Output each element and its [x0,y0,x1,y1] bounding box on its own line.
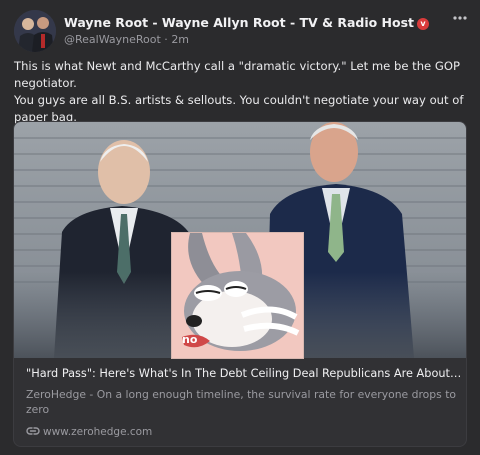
meta-separator: · [160,33,172,46]
post: Wayne Root - Wayne Allyn Root - TV & Rad… [0,0,480,455]
link-icon [26,427,40,435]
avatar[interactable] [14,10,56,52]
card-link[interactable]: www.zerohedge.com [26,425,152,438]
more-options-button[interactable] [452,10,468,28]
meme-image: no [171,232,304,359]
post-time[interactable]: 2m [171,33,189,46]
verified-badge-icon: v [417,18,430,30]
card-title[interactable]: "Hard Pass": Here's What's In The Debt C… [26,367,462,380]
post-meta: @RealWayneRoot · 2m [64,33,189,46]
link-preview-card[interactable]: no "Hard Pass": Here's What's In The Deb… [13,121,467,447]
post-header: Wayne Root - Wayne Allyn Root - TV & Rad… [14,10,470,52]
card-description: ZeroHedge - On a long enough timeline, t… [26,388,457,416]
author-handle[interactable]: @RealWayneRoot [64,33,161,46]
card-link-text: www.zerohedge.com [43,426,153,438]
meme-caption: no [182,333,198,346]
author-name[interactable]: Wayne Root - Wayne Allyn Root - TV & Rad… [64,15,430,30]
author-name-text: Wayne Root - Wayne Allyn Root - TV & Rad… [64,15,415,30]
ellipsis-icon [453,16,467,20]
link-preview-image[interactable]: no [14,122,466,359]
